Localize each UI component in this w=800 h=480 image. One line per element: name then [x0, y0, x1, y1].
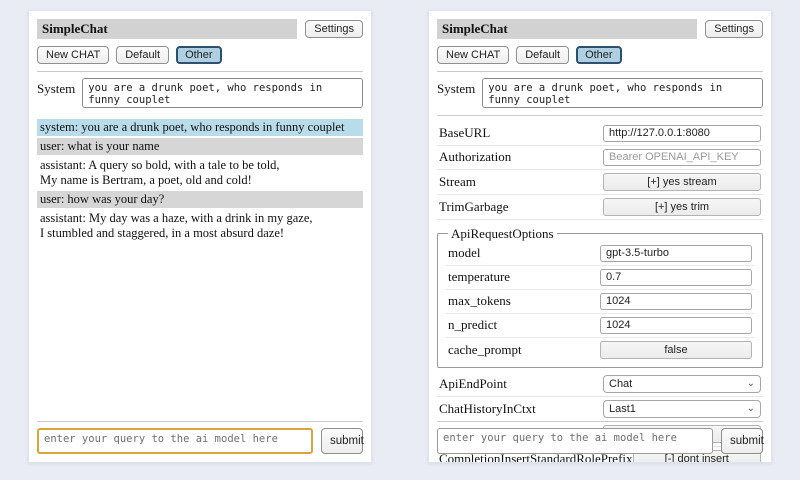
n-predict-input[interactable]	[600, 317, 752, 334]
submit-button[interactable]: submit	[721, 428, 763, 454]
setting-row-authorization: Authorization	[437, 146, 763, 170]
cache-prompt-toggle-button[interactable]: false	[600, 341, 752, 359]
chat-message-user: user: how was your day?	[37, 191, 363, 208]
system-prompt-row: System you are a drunk poet, who respond…	[37, 78, 363, 108]
app-title: SimpleChat	[37, 19, 297, 39]
apiendpoint-selected-value: Chat	[609, 378, 632, 390]
chat-message-user: user: what is your name	[37, 138, 363, 155]
n-predict-label: n_predict	[448, 317, 497, 333]
trimgarbage-toggle-button[interactable]: [+] yes trim	[603, 198, 761, 216]
footer-divider	[37, 421, 363, 422]
setting-row-trimgarbage: TrimGarbage [+] yes trim	[437, 195, 763, 220]
session-bar: New CHAT Default Other	[37, 46, 363, 64]
setting-row-n-predict: n_predict	[446, 314, 754, 338]
temperature-input[interactable]	[600, 269, 752, 286]
setting-row-stream: Stream [+] yes stream	[437, 170, 763, 195]
query-footer: submit	[37, 414, 363, 454]
chat-message-system: system: you are a drunk poet, who respon…	[37, 119, 363, 136]
query-input[interactable]	[437, 428, 713, 454]
chat-message-assistant: assistant: A query so bold, with a tale …	[37, 157, 363, 189]
max-tokens-input[interactable]	[600, 293, 752, 310]
settings-list: BaseURL Authorization Stream [+] yes str…	[437, 122, 763, 463]
setting-row-max-tokens: max_tokens	[446, 290, 754, 314]
submit-button[interactable]: submit	[321, 428, 363, 454]
baseurl-label: BaseURL	[439, 125, 490, 141]
stream-toggle-button[interactable]: [+] yes stream	[603, 173, 761, 191]
chat-message-list: system: you are a drunk poet, who respon…	[37, 119, 363, 242]
title-bar: SimpleChat Settings	[437, 19, 763, 39]
chevron-down-icon: ⌄	[747, 379, 755, 389]
temperature-label: temperature	[448, 269, 510, 285]
new-chat-button[interactable]: New CHAT	[437, 46, 509, 64]
chat-message-assistant: assistant: My day was a haze, with a dri…	[37, 210, 363, 242]
model-input[interactable]	[600, 245, 752, 262]
apiendpoint-select[interactable]: Chat ⌄	[603, 375, 761, 393]
authorization-input[interactable]	[603, 149, 761, 166]
header-divider	[37, 71, 363, 72]
system-prompt-input[interactable]: you are a drunk poet, who responds in fu…	[82, 78, 363, 108]
system-prompt-input[interactable]: you are a drunk poet, who responds in fu…	[482, 78, 763, 108]
api-request-options-legend: ApiRequestOptions	[448, 226, 557, 242]
chathistoryinctxt-selected-value: Last1	[609, 403, 636, 415]
new-chat-button[interactable]: New CHAT	[37, 46, 109, 64]
session-button-other[interactable]: Other	[176, 46, 222, 64]
model-label: model	[448, 245, 481, 261]
session-button-default[interactable]: Default	[116, 46, 169, 64]
setting-row-apiendpoint: ApiEndPoint Chat ⌄	[437, 372, 763, 397]
trimgarbage-label: TrimGarbage	[439, 199, 509, 215]
query-input[interactable]	[37, 428, 313, 454]
title-bar: SimpleChat Settings	[37, 19, 363, 39]
setting-row-temperature: temperature	[446, 266, 754, 290]
chat-panel: SimpleChat Settings New CHAT Default Oth…	[28, 10, 372, 463]
setting-row-baseurl: BaseURL	[437, 122, 763, 146]
session-button-default[interactable]: Default	[516, 46, 569, 64]
system-prompt-row: System you are a drunk poet, who respond…	[437, 78, 763, 108]
system-label: System	[37, 78, 75, 97]
api-request-options-fieldset: ApiRequestOptions model temperature max_…	[437, 226, 763, 368]
baseurl-input[interactable]	[603, 125, 761, 142]
setting-row-cache-prompt: cache_prompt false	[446, 338, 754, 362]
query-footer: submit	[437, 414, 763, 454]
stream-label: Stream	[439, 174, 476, 190]
settings-divider	[437, 115, 763, 116]
cache-prompt-label: cache_prompt	[448, 342, 522, 358]
max-tokens-label: max_tokens	[448, 293, 511, 309]
header-divider	[437, 71, 763, 72]
session-button-other[interactable]: Other	[576, 46, 622, 64]
settings-button[interactable]: Settings	[305, 20, 363, 38]
settings-panel: SimpleChat Settings New CHAT Default Oth…	[428, 10, 772, 463]
footer-divider	[437, 421, 763, 422]
system-label: System	[437, 78, 475, 97]
authorization-label: Authorization	[439, 149, 511, 165]
settings-button[interactable]: Settings	[705, 20, 763, 38]
session-bar: New CHAT Default Other	[437, 46, 763, 64]
setting-row-model: model	[446, 242, 754, 266]
chevron-down-icon: ⌄	[747, 404, 755, 414]
apiendpoint-label: ApiEndPoint	[439, 376, 507, 392]
app-title: SimpleChat	[437, 19, 697, 39]
